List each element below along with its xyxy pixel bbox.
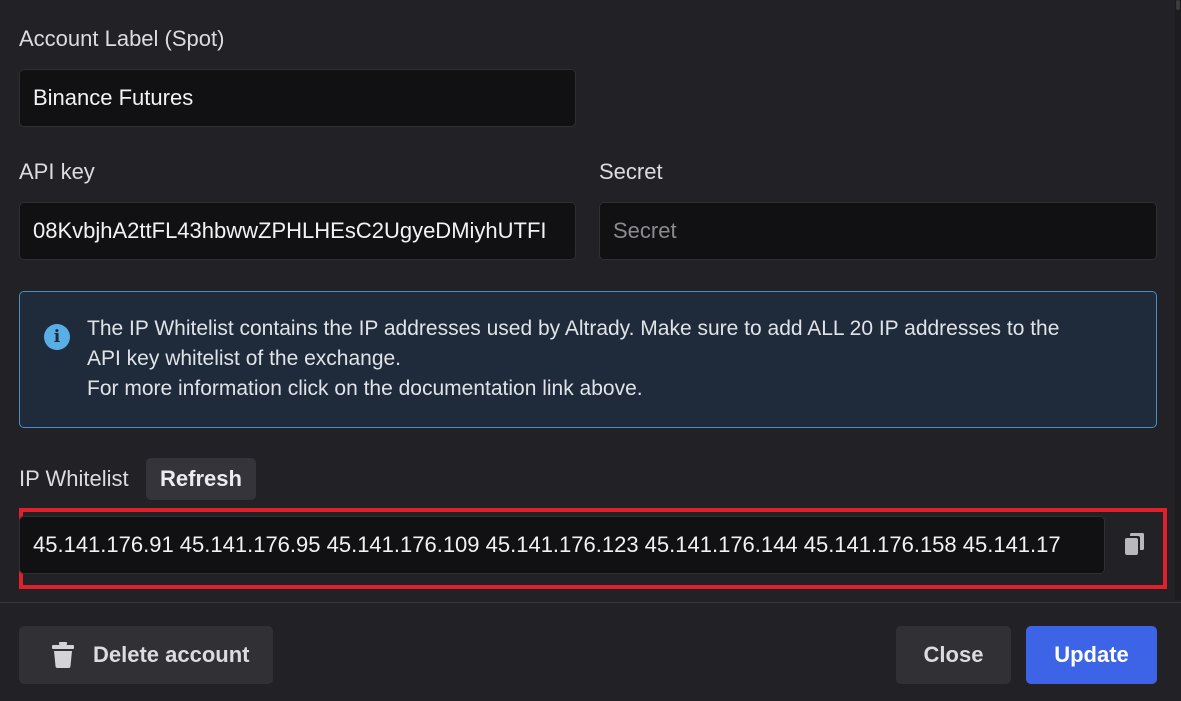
account-label-input[interactable]	[33, 70, 562, 126]
secret-field[interactable]	[599, 202, 1157, 260]
info-icon: i	[44, 324, 70, 350]
secret-title: Secret	[599, 159, 663, 184]
scrollbar-thumb[interactable]	[1176, 0, 1180, 10]
footer-divider	[0, 602, 1181, 603]
secret-input[interactable]	[613, 203, 1143, 259]
delete-account-label: Delete account	[93, 642, 250, 667]
close-button[interactable]: Close	[896, 626, 1011, 684]
ip-whitelist-field[interactable]: 45.141.176.91 45.141.176.95 45.141.176.1…	[19, 516, 1105, 574]
api-key-field[interactable]	[19, 202, 576, 260]
edit-account-modal: Account Label (Spot) API key Secret i Th…	[0, 0, 1181, 701]
account-label-field[interactable]	[19, 69, 576, 127]
refresh-button[interactable]: Refresh	[146, 458, 256, 500]
ip-whitelist-info-box: i The IP Whitelist contains the IP addre…	[19, 291, 1157, 428]
info-line-1: The IP Whitelist contains the IP address…	[87, 317, 1060, 340]
copy-button[interactable]	[1121, 530, 1149, 560]
delete-account-button[interactable]: Delete account	[19, 626, 273, 684]
trash-icon	[52, 642, 74, 668]
api-key-title: API key	[19, 159, 95, 184]
info-line-2: API key whitelist of the exchange.	[87, 347, 402, 370]
scrollbar[interactable]	[1175, 0, 1181, 600]
ip-whitelist-title: IP Whitelist	[19, 466, 129, 491]
account-label-title: Account Label (Spot)	[19, 26, 225, 51]
api-key-input[interactable]	[33, 203, 562, 259]
info-line-3: For more information click on the docume…	[87, 377, 643, 400]
info-text: The IP Whitelist contains the IP address…	[87, 314, 1147, 404]
copy-icon	[1125, 532, 1144, 555]
update-button[interactable]: Update	[1026, 626, 1157, 684]
